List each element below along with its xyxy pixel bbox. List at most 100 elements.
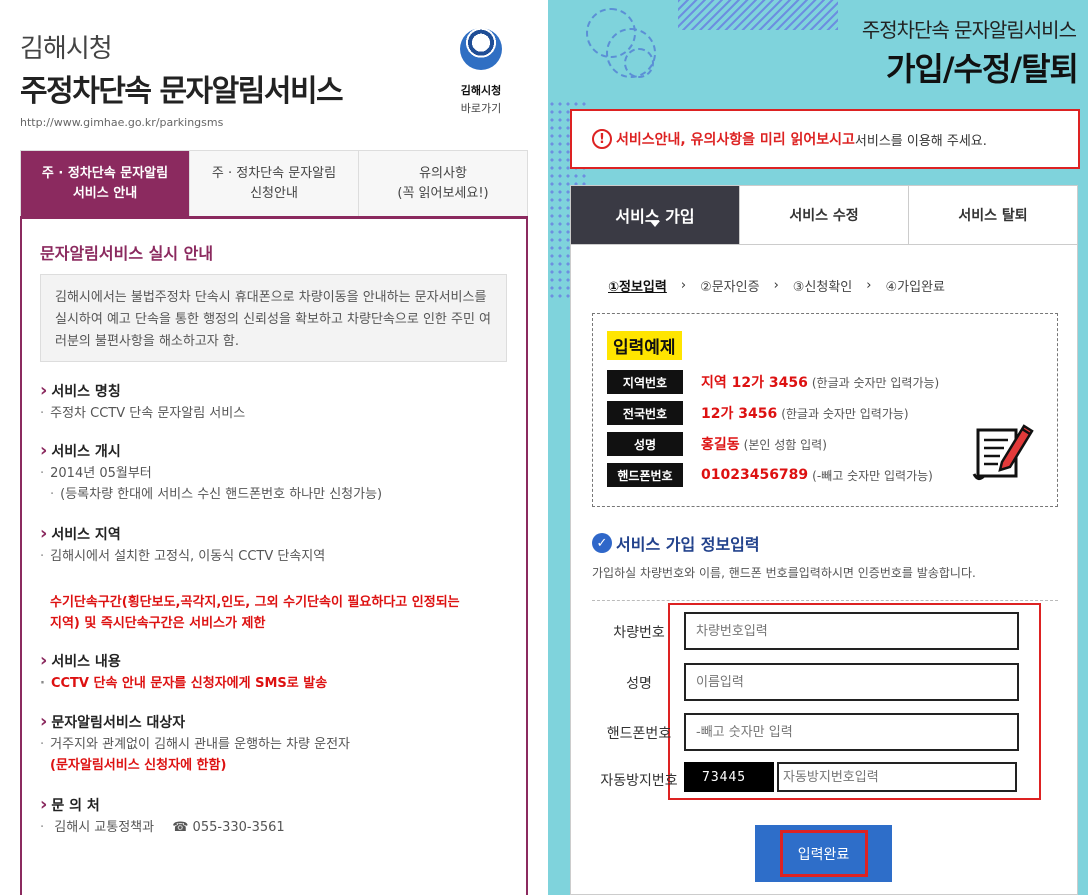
signup-panel: 주정차단속 문자알림서비스 가입/수정/탈퇴 ! 서비스안내, 유의사항을 미리… xyxy=(548,0,1088,895)
step-4: ④가입완료 xyxy=(885,280,945,295)
step-1: ①정보입력 xyxy=(608,280,667,295)
page-title: 주정차단속 문자알림서비스 xyxy=(20,74,344,109)
restriction-line: 수기단속구간(횡단보도,곡각지,인도, 그외 수기단속이 필요하다고 인정되는 xyxy=(50,595,460,610)
warning-circle-icon: ! xyxy=(592,129,612,149)
tab-application-guide[interactable]: 주 · 정차단속 문자알림 신청안내 xyxy=(189,151,358,216)
phone-input[interactable] xyxy=(684,713,1019,751)
phone-label: 핸드폰번호 xyxy=(606,726,672,742)
section-item: 거주지와 관계없이 김해시 관내를 운행하는 차량 운전자 xyxy=(40,734,350,755)
panel-title: 가입/수정/탈퇴 xyxy=(885,50,1079,88)
section-title: 서비스 내용 xyxy=(40,650,327,671)
tab-label: (꼭 읽어보세요!) xyxy=(397,185,489,201)
tab-label: 주 · 정차단속 문자알림 xyxy=(41,165,169,181)
decorative-stripes xyxy=(678,0,838,30)
example-value: 12가 3456 xyxy=(701,406,778,422)
example-value: 홍길동 xyxy=(701,437,740,453)
example-value: 01023456789 xyxy=(701,467,809,483)
intro-box: 김해시에서는 불법주정차 단속시 휴대폰으로 차량이동을 안내하는 문자서비스를… xyxy=(40,274,507,362)
signup-tab-bar: 서비스 가입 서비스 수정 서비스 탈퇴 xyxy=(570,185,1078,245)
captcha-image: 73445 xyxy=(684,762,774,792)
city-logo-link[interactable]: 김해시청 바로가기 xyxy=(452,28,510,116)
example-label: 전국번호 xyxy=(607,401,683,425)
section-title: 서비스 개시 xyxy=(40,440,382,461)
notice-text: 서비스를 이용해 주세요. xyxy=(854,133,987,149)
form-heading: ✓ 서비스 가입 정보입력 xyxy=(592,531,760,555)
step-2: ②문자인증 xyxy=(700,280,760,295)
contact-phone: ☎ 055-330-3561 xyxy=(172,820,285,835)
example-title: 입력예제 xyxy=(607,331,682,360)
left-tab-bar: 주 · 정차단속 문자알림 서비스 안내 주 · 정차단속 문자알림 신청안내 … xyxy=(20,150,528,216)
name-input[interactable] xyxy=(684,663,1019,701)
restriction-line: 지역) 및 즉시단속구간은 서비스가 제한 xyxy=(50,616,266,631)
service-area-section: 서비스 지역 김해시에서 설치한 고정식, 이동식 CCTV 단속지역 xyxy=(40,523,325,567)
tab-precautions[interactable]: 유의사항 (꼭 읽어보세요!) xyxy=(358,151,527,216)
contact-section: 문 의 처 김해시 교통정책과 ☎ 055-330-3561 xyxy=(40,794,285,838)
check-circle-icon: ✓ xyxy=(592,533,612,553)
section-item: 김해시 교통정책과 ☎ 055-330-3561 xyxy=(40,817,285,838)
form-heading-text: 서비스 가입 정보입력 xyxy=(616,535,760,554)
section-item-note: (문자알림서비스 신청자에 한함) xyxy=(50,758,227,773)
divider xyxy=(592,600,1058,601)
submit-button[interactable]: 입력완료 xyxy=(755,825,892,882)
logo-name: 김해시청 xyxy=(460,84,502,97)
city-name: 김해시청 xyxy=(20,34,113,64)
tab-service-guide[interactable]: 주 · 정차단속 문자알림 서비스 안내 xyxy=(21,151,189,216)
tab-label: 유의사항 xyxy=(419,165,467,181)
service-name-section: 서비스 명칭 주정차 CCTV 단속 문자알림 서비스 xyxy=(40,380,245,424)
section-item: 2014년 05월부터 xyxy=(40,463,382,484)
example-label: 성명 xyxy=(607,432,683,456)
example-label: 핸드폰번호 xyxy=(607,463,683,487)
name-label: 성명 xyxy=(626,676,652,692)
example-row: 전국번호 12가 3456 (한글과 숫자만 입력가능) xyxy=(607,401,909,425)
section-title: 서비스 지역 xyxy=(40,523,325,544)
decorative-circle-icon xyxy=(624,48,654,78)
section-item: 김해시에서 설치한 고정식, 이동식 CCTV 단속지역 xyxy=(40,546,325,567)
notice-banner: ! 서비스안내, 유의사항을 미리 읽어보시고 서비스를 이용해 주세요. xyxy=(570,109,1080,169)
tab-label: 주 · 정차단속 문자알림 xyxy=(211,165,337,181)
area-restriction-note: 수기단속구간(횡단보도,곡각지,인도, 그외 수기단속이 필요하다고 인정되는 … xyxy=(50,592,460,634)
note-text: (등록차량 한대에 서비스 수신 핸드폰번호 하나만 신청가능) xyxy=(60,487,383,502)
gimhae-emblem-icon xyxy=(460,28,502,70)
submit-label: 입력완료 xyxy=(779,830,868,877)
section-title: 서비스 명칭 xyxy=(40,380,245,401)
captcha-label: 자동방지번호 xyxy=(600,773,678,789)
service-target-section: 문자알림서비스 대상자 거주지와 관계없이 김해시 관내를 운행하는 차량 운전… xyxy=(40,711,350,776)
form-description: 가입하실 차량번호와 이름, 핸드폰 번호를입력하시면 인증번호를 발송합니다. xyxy=(592,566,976,580)
step-indicator: ①정보입력 › ②문자인증 › ③신청확인 › ④가입완료 xyxy=(608,276,945,295)
example-row: 지역번호 지역 12가 3456 (한글과 숫자만 입력가능) xyxy=(607,370,939,394)
service-content-section: 서비스 내용 CCTV 단속 안내 문자를 신청자에게 SMS로 발송 xyxy=(40,650,327,694)
chevron-right-icon: › xyxy=(680,278,687,293)
section-title: 문자알림서비스 대상자 xyxy=(40,711,350,732)
contact-dept: 김해시 교통정책과 xyxy=(54,820,155,835)
tab-signup[interactable]: 서비스 가입 xyxy=(571,186,739,244)
captcha-input[interactable] xyxy=(777,762,1017,792)
tab-label: 신청안내 xyxy=(250,185,298,201)
logo-link-label: 바로가기 xyxy=(460,102,502,115)
section-heading: 문자알림서비스 실시 안내 xyxy=(40,244,214,263)
example-value: 지역 12가 3456 xyxy=(701,375,808,391)
chevron-right-icon: › xyxy=(866,278,872,293)
example-note: (-빼고 숫자만 입력가능) xyxy=(812,468,933,483)
chevron-right-icon: › xyxy=(773,278,779,293)
section-title: 문 의 처 xyxy=(40,794,285,815)
example-row: 성명 홍길동 (본인 성함 입력) xyxy=(607,432,827,456)
example-note: (본인 성함 입력) xyxy=(743,437,827,452)
site-url[interactable]: http://www.gimhae.go.kr/parkingsms xyxy=(20,116,223,129)
example-row: 핸드폰번호 01023456789 (-빼고 숫자만 입력가능) xyxy=(607,463,933,487)
notice-bold: 서비스안내, 유의사항을 미리 읽어보시고 xyxy=(616,132,855,148)
example-note: (한글과 숫자만 입력가능) xyxy=(811,375,940,390)
section-item-note: (등록차량 한대에 서비스 수신 핸드폰번호 하나만 신청가능) xyxy=(40,484,382,505)
example-note: (한글과 숫자만 입력가능) xyxy=(781,406,909,421)
car-number-label: 차량번호 xyxy=(613,625,665,641)
tab-modify[interactable]: 서비스 수정 xyxy=(739,186,908,244)
panel-subtitle: 주정차단속 문자알림서비스 xyxy=(861,18,1077,42)
tab-label: 서비스 안내 xyxy=(72,185,138,201)
step-3: ③신청확인 xyxy=(792,280,853,295)
section-item: 주정차 CCTV 단속 문자알림 서비스 xyxy=(40,403,245,424)
section-item: CCTV 단속 안내 문자를 신청자에게 SMS로 발송 xyxy=(40,673,327,694)
service-start-section: 서비스 개시 2014년 05월부터 (등록차량 한대에 서비스 수신 핸드폰번… xyxy=(40,440,382,505)
tab-withdraw[interactable]: 서비스 탈퇴 xyxy=(908,186,1077,244)
example-label: 지역번호 xyxy=(607,370,683,394)
document-pen-icon xyxy=(972,424,1034,481)
car-number-input[interactable] xyxy=(684,612,1019,650)
